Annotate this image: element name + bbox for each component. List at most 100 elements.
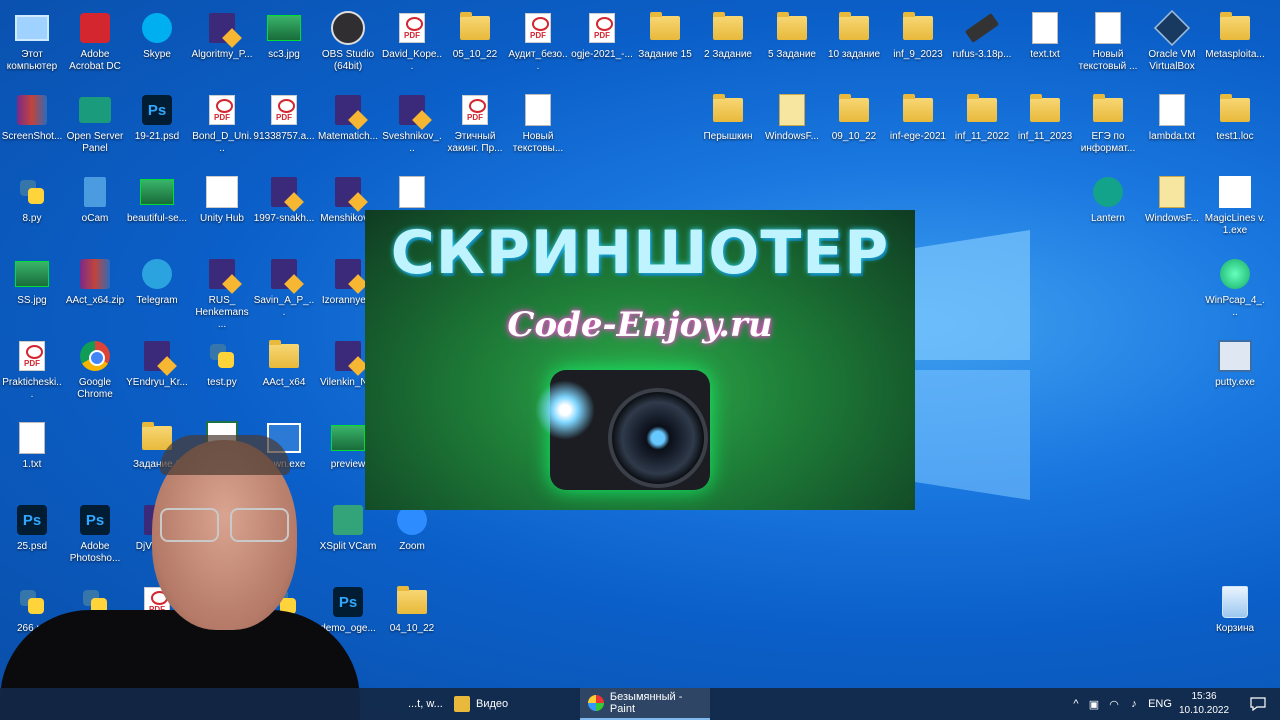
djvu-viewer-icon [335,341,361,371]
djvu-viewer-icon [399,95,425,125]
djvu-viewer-icon [209,259,235,289]
desktop-icon[interactable]: Задание 15 [633,5,697,85]
desktop-icon[interactable]: putty.exe [1203,333,1267,413]
winrar-icon [80,259,110,289]
desktop-icon[interactable]: WindowsF... [760,87,824,167]
magiclines-icon [1219,176,1251,208]
desktop-icon[interactable]: YEndryu_Kr... [125,333,189,413]
pdf-icon: PDF [209,95,235,125]
desktop-icon[interactable]: Новый текстовы... [506,87,570,167]
desktop-icon-label: Перышкин [703,131,753,142]
desktop-icon[interactable]: Adobe Acrobat DC [63,5,127,85]
desktop-icon-label: WinPcap_4_... [1205,295,1265,318]
desktop-icon[interactable]: Savin_A_P_... [252,251,316,331]
pdf-icon: PDF [589,13,615,43]
djvu-viewer-icon [335,95,361,125]
desktop-icon[interactable]: test1.loc [1203,87,1267,167]
desktop-icon[interactable]: Google Chrome [63,333,127,413]
desktop-icon[interactable]: inf-ege-2021 [886,87,950,167]
desktop-icon[interactable]: PDF David_Kope... [380,5,444,85]
desktop-icon[interactable]: OBS Studio (64bit) [316,5,380,85]
djvu-viewer-icon [209,13,235,43]
desktop-icon[interactable]: 10 задание [822,5,886,85]
desktop-icon[interactable]: 05_10_22 [443,5,507,85]
desktop-icon[interactable]: Oracle VM VirtualBox [1140,5,1204,85]
taskbar-app-video-label: Видео [476,698,509,710]
desktop-icon[interactable]: 1997-snakh... [252,169,316,249]
desktop-icon[interactable]: Matematich... [316,87,380,167]
desktop-icon[interactable]: 09_10_22 [822,87,886,167]
desktop-icon-label: YEndryu_Kr... [126,377,188,388]
desktop-icon[interactable]: Metasploita... [1203,5,1267,85]
folder-icon [839,94,869,122]
desktop-icon[interactable]: PDF Bond_D_Uni... [190,87,254,167]
desktop-icon[interactable]: ЕГЭ по информат... [1076,87,1140,167]
security-icon[interactable]: ▣ [1084,698,1104,711]
chevron-up-icon[interactable]: ^ [1068,698,1084,710]
desktop-icon[interactable]: WinPcap_4_... [1203,251,1267,331]
taskbar-app-partial[interactable]: ...t, w... [400,688,446,720]
desktop-icon[interactable]: 04_10_22 [380,579,444,659]
paint-icon [588,695,604,711]
desktop-icon-label: 19-21.psd [134,131,180,142]
desktop-icon-label: Lantern [1091,213,1125,224]
desktop-icon[interactable]: inf_11_2022 [950,87,1014,167]
folder-icon [713,94,743,122]
desktop-icon[interactable]: Перышкин [696,87,760,167]
desktop-icon[interactable]: text.txt [1013,5,1077,85]
desktop-icon-label: SS.jpg [17,295,47,306]
desktop-icon[interactable]: Этот компьютер [0,5,64,85]
desktop-icon[interactable]: 8.py [0,169,64,249]
desktop-icon[interactable]: Lantern [1076,169,1140,249]
desktop-icon-label: Sveshnikov_... [382,131,442,154]
desktop-icon[interactable]: lambda.txt [1140,87,1204,167]
desktop-icon[interactable]: Algoritmy_P... [190,5,254,85]
desktop-icon[interactable]: ScreenShot... [0,87,64,167]
desktop-icon[interactable]: oCam [63,169,127,249]
network-icon[interactable]: ◠ [1104,698,1124,711]
desktop-icon[interactable]: rufus-3.18p... [950,5,1014,85]
desktop-icon-label: 10 задание [827,49,881,60]
desktop-icon[interactable]: sc3.jpg [252,5,316,85]
notifications-icon[interactable] [1242,688,1274,720]
taskbar-app-video[interactable]: Видео [446,688,576,720]
desktop-icon-label: Skype [143,49,171,60]
desktop-icon[interactable]: Новый текстовый ... [1076,5,1140,85]
desktop-icon[interactable]: Sveshnikov_... [380,87,444,167]
desktop-icon[interactable]: PDF Аудит_безо... [506,5,570,85]
desktop-icon-label: lambda.txt [1148,131,1196,142]
desktop-icon[interactable]: 2 Задание [696,5,760,85]
desktop-icon[interactable]: PDF Этичный хакинг. Пр... [443,87,507,167]
desktop-icon[interactable]: Корзина [1203,579,1267,659]
desktop-icon-label: putty.exe [1215,377,1255,388]
desktop-icon[interactable]: PDF ogje-2021_-... [570,5,634,85]
taskbar-app-paint[interactable]: Безымянный - Paint [580,688,710,720]
taskbar-app-paint-label: Безымянный - Paint [609,691,683,715]
desktop-icon[interactable]: WindowsF... [1140,169,1204,249]
desktop-icon-label: Новый текстовый ... [1078,49,1138,72]
desktop-icon[interactable]: test.py [190,333,254,413]
desktop-icon[interactable]: Skype [125,5,189,85]
desktop-icon[interactable]: inf_9_2023 [886,5,950,85]
desktop-icon[interactable]: inf_11_2023 [1013,87,1077,167]
desktop-icon[interactable]: 5 Задание [760,5,824,85]
desktop-icon[interactable]: Open Server Panel [63,87,127,167]
language-indicator[interactable]: ENG [1144,698,1176,710]
desktop-icon[interactable]: Unity Hub [190,169,254,249]
desktop-icon[interactable]: beautiful-se... [125,169,189,249]
system-clock[interactable]: 15:36 10.10.2022 [1174,690,1234,718]
computer-icon [15,15,49,41]
desktop-icon[interactable]: PDF Prakticheski... [0,333,64,413]
desktop-icon[interactable]: PDF 91338757.a... [252,87,316,167]
desktop-icon[interactable]: RUS_ Henkemans ... [190,251,254,331]
volume-icon[interactable]: ♪ [1124,698,1144,710]
desktop-icon[interactable]: AAct_x64.zip [63,251,127,331]
obs-icon [331,11,365,45]
skype-icon [142,13,172,43]
desktop-icon[interactable]: AAct_x64 [252,333,316,413]
desktop-icon-label: 8.py [22,213,42,224]
desktop-icon[interactable]: Telegram [125,251,189,331]
desktop-icon[interactable]: SS.jpg [0,251,64,331]
desktop-icon[interactable]: MagicLines v. 1.exe [1203,169,1267,249]
desktop-icon[interactable]: Ps 19-21.psd [125,87,189,167]
